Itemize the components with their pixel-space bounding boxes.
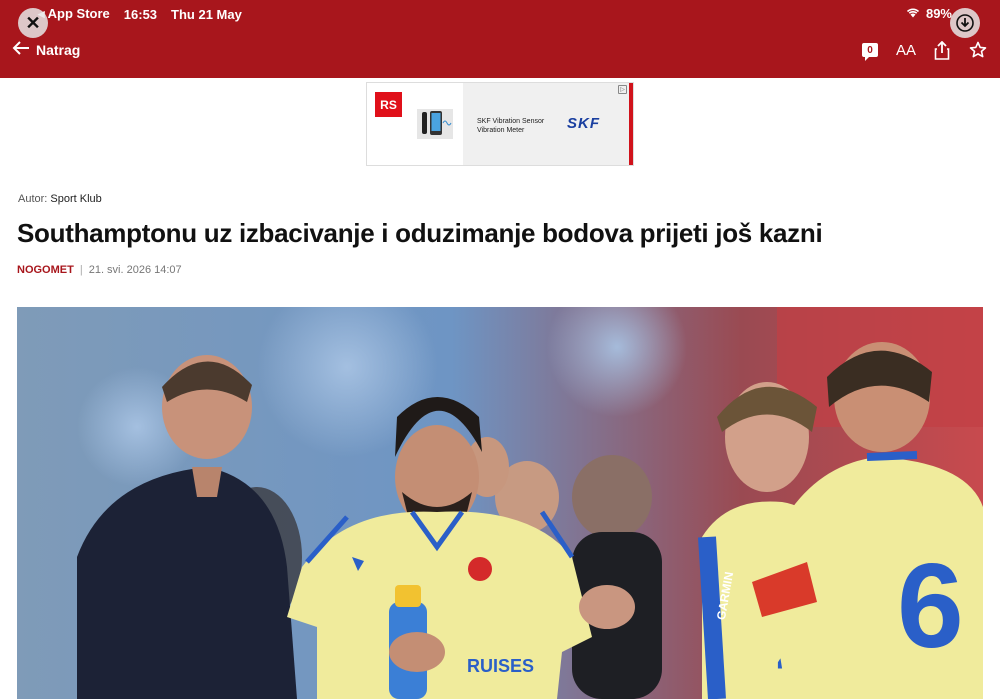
- arrow-left-icon: [12, 40, 30, 60]
- article-headline: Southamptonu uz izbacivanje i oduzimanje…: [17, 218, 823, 248]
- rs-logo: RS: [375, 92, 402, 117]
- status-date: Thu 21 May: [171, 6, 242, 22]
- article-date: 21. svi. 2026 14:07: [88, 264, 182, 276]
- back-label: Natrag: [36, 42, 81, 58]
- status-bar: ◂ App Store 16:53 Thu 21 May 89%: [0, 0, 1000, 28]
- back-button[interactable]: Natrag: [12, 40, 80, 60]
- status-left: ◂ App Store 16:53 Thu 21 May: [18, 6, 242, 22]
- meta-separator: |: [79, 264, 83, 276]
- star-icon: [969, 41, 987, 58]
- author-line: Autor: Sport Klub: [18, 193, 102, 205]
- comment-icon: 0: [862, 43, 878, 61]
- ad-product-line-1: SKF Vibration Sensor: [477, 118, 545, 125]
- author-prefix: Autor:: [18, 193, 48, 205]
- ad-accent-bar: [629, 83, 633, 165]
- ad-image-panel: RS: [367, 83, 463, 165]
- bookmark-button[interactable]: [968, 40, 988, 60]
- skf-logo: SKF: [567, 115, 600, 132]
- advertisement[interactable]: RS SKF Vibration Sensor Vibration Meter …: [366, 82, 634, 166]
- hero-photo: RUISES GARMIN 4 6: [17, 307, 983, 699]
- article-hero-image[interactable]: RUISES GARMIN 4 6: [17, 307, 983, 699]
- hero-sponsor-text: RUISES: [467, 656, 534, 676]
- share-icon: [934, 40, 950, 60]
- battery-percent: 89%: [925, 6, 952, 21]
- text-size-icon: AA: [896, 41, 917, 59]
- ad-product-line-2: Vibration Meter: [477, 127, 525, 134]
- author-name[interactable]: Sport Klub: [50, 193, 101, 205]
- hero-shirt-number: 6: [897, 539, 964, 673]
- category-link[interactable]: NOGOMET: [17, 264, 74, 276]
- top-bar: ◂ App Store 16:53 Thu 21 May 89% ✕ Natra…: [0, 0, 1000, 78]
- ad-product-text: SKF Vibration Sensor Vibration Meter: [477, 117, 544, 135]
- comments-button[interactable]: 0: [860, 40, 880, 61]
- wifi-icon: [906, 7, 920, 21]
- nav-row: Natrag 0 AA: [0, 38, 1000, 68]
- adchoices-icon[interactable]: ▷: [618, 85, 627, 94]
- back-to-app-store[interactable]: ◂ App Store: [38, 6, 110, 22]
- article-meta: NOGOMET | 21. svi. 2026 14:07: [17, 264, 182, 276]
- download-icon[interactable]: [950, 8, 980, 38]
- close-icon[interactable]: ✕: [18, 8, 48, 38]
- status-time: 16:53: [123, 6, 158, 22]
- share-button[interactable]: [932, 40, 952, 60]
- vibration-meter-image: [417, 109, 453, 139]
- text-size-button[interactable]: AA: [896, 40, 916, 60]
- nav-actions: 0 AA: [860, 40, 988, 61]
- ad-text-panel: SKF Vibration Sensor Vibration Meter SKF: [463, 83, 631, 165]
